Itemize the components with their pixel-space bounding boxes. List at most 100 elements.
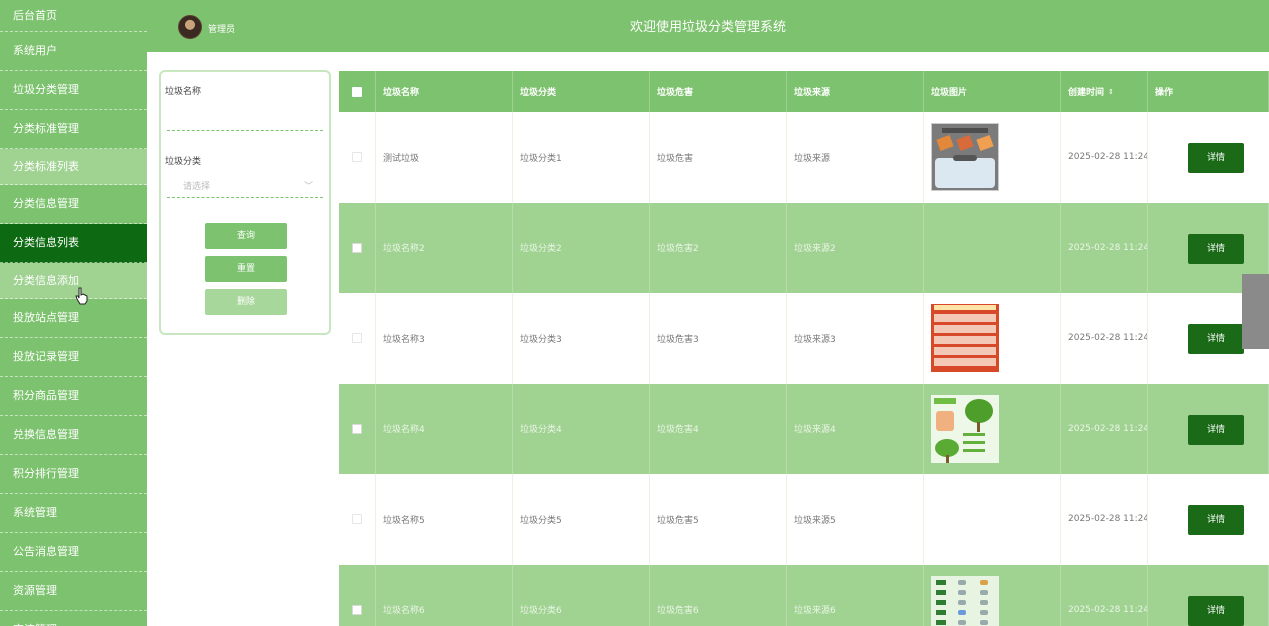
header-category: 垃圾分类 [513, 71, 650, 112]
header-created-time[interactable]: 创建时间 ⇕ [1061, 71, 1148, 112]
detail-button[interactable]: 详情 [1188, 324, 1244, 354]
table-row: 垃圾名称3 垃圾分类3 垃圾危害3 垃圾来源3 2025-02-28 11:24… [339, 293, 1269, 384]
sidebar-item-home[interactable]: 后台首页 [0, 0, 147, 32]
table-row: 垃圾名称4 垃圾分类4 垃圾危害4 垃圾来源4 2025-02-28 11:24… [339, 383, 1269, 474]
table-row: 测试垃圾 垃圾分类1 垃圾危害 垃圾来源 2025-02-28 11:24: 详… [339, 112, 1269, 203]
cell-category: 垃圾分类5 [513, 474, 650, 565]
detail-button[interactable]: 详情 [1188, 505, 1244, 535]
sidebar-item-info-list[interactable]: 分类信息列表 [0, 224, 147, 263]
garbage-image[interactable] [931, 394, 999, 463]
row-checkbox[interactable] [352, 514, 362, 525]
category-placeholder: 请选择 [183, 182, 211, 192]
header-image: 垃圾图片 [924, 71, 1061, 112]
sidebar-item-standard-manage[interactable]: 分类标准管理 [0, 110, 147, 149]
cell-actions: 详情 [1148, 112, 1269, 203]
detail-button[interactable]: 详情 [1188, 233, 1244, 264]
row-checkbox-cell [339, 293, 376, 384]
garbage-image[interactable] [931, 575, 999, 626]
cell-created-time: 2025-02-28 11:24: [1061, 474, 1148, 565]
reset-button[interactable]: 重置 [205, 256, 287, 282]
row-checkbox[interactable] [352, 242, 362, 253]
cell-actions: 详情 [1148, 564, 1269, 626]
row-checkbox-cell [339, 202, 376, 293]
cell-source: 垃圾来源6 [787, 564, 924, 626]
sidebar-item-resource-manage[interactable]: 资源管理 [0, 572, 147, 611]
header-created-time-label: 创建时间 [1068, 88, 1105, 98]
cell-harm: 垃圾危害5 [650, 474, 787, 565]
row-checkbox-cell [339, 564, 376, 626]
cell-created-time: 2025-02-28 11:24: [1061, 564, 1148, 626]
cell-image [924, 112, 1061, 203]
sidebar-item-system-manage[interactable]: 系统管理 [0, 494, 147, 533]
garbage-image[interactable] [931, 304, 999, 373]
garbage-category-label: 垃圾分类 [165, 157, 202, 167]
row-checkbox-cell [339, 112, 376, 203]
cell-image [924, 293, 1061, 384]
cell-image [924, 383, 1061, 474]
cell-image [924, 564, 1061, 626]
cell-created-time: 2025-02-28 11:24: [1061, 383, 1148, 474]
cell-harm: 垃圾危害6 [650, 564, 787, 626]
sidebar-item-exchange-forum[interactable]: 交流管理 [0, 611, 147, 626]
table-header: 垃圾名称 垃圾分类 垃圾危害 垃圾来源 垃圾图片 创建时间 ⇕ 操作 [339, 71, 1269, 112]
sidebar-item-station-manage[interactable]: 投放站点管理 [0, 299, 147, 338]
cell-actions: 详情 [1148, 383, 1269, 474]
top-header: 管理员 欢迎使用垃圾分类管理系统 [147, 0, 1269, 52]
cell-harm: 垃圾危害 [650, 112, 787, 203]
row-checkbox-cell [339, 383, 376, 474]
cell-name: 垃圾名称6 [376, 564, 513, 626]
row-checkbox[interactable] [352, 604, 362, 615]
chevron-down-icon: ﹀ [303, 182, 313, 192]
cell-name: 垃圾名称3 [376, 293, 513, 384]
table-row: 垃圾名称5 垃圾分类5 垃圾危害5 垃圾来源5 2025-02-28 11:24… [339, 474, 1269, 565]
sidebar-item-standard-list[interactable]: 分类标准列表 [0, 149, 147, 185]
detail-button[interactable]: 详情 [1188, 595, 1244, 626]
select-all-checkbox[interactable] [352, 86, 362, 97]
sidebar-item-record-manage[interactable]: 投放记录管理 [0, 338, 147, 377]
sidebar-item-system-users[interactable]: 系统用户 [0, 32, 147, 71]
cell-created-time: 2025-02-28 11:24: [1061, 202, 1148, 293]
detail-button[interactable]: 详情 [1188, 143, 1244, 173]
sidebar-item-points-goods[interactable]: 积分商品管理 [0, 377, 147, 416]
header-name: 垃圾名称 [376, 71, 513, 112]
vertical-scrollbar[interactable] [1242, 274, 1269, 349]
cell-harm: 垃圾危害3 [650, 293, 787, 384]
row-checkbox[interactable] [352, 423, 362, 434]
cell-actions: 详情 [1148, 474, 1269, 565]
sidebar-item-info-manage[interactable]: 分类信息管理 [0, 185, 147, 224]
sidebar-item-points-ranking[interactable]: 积分排行管理 [0, 455, 147, 494]
row-checkbox-cell [339, 474, 376, 565]
cell-name: 垃圾名称5 [376, 474, 513, 565]
cell-source: 垃圾来源 [787, 112, 924, 203]
cell-category: 垃圾分类1 [513, 112, 650, 203]
cell-harm: 垃圾危害4 [650, 383, 787, 474]
garbage-name-input[interactable] [167, 109, 323, 131]
cell-source: 垃圾来源5 [787, 474, 924, 565]
filter-panel: 垃圾名称 垃圾分类 请选择 ﹀ 查询 重置 删除 [159, 70, 331, 335]
sidebar-item-exchange-manage[interactable]: 兑换信息管理 [0, 416, 147, 455]
cell-harm: 垃圾危害2 [650, 202, 787, 293]
header-actions: 操作 [1148, 71, 1269, 112]
garbage-category-select[interactable]: 请选择 ﹀ [167, 176, 323, 198]
cell-category: 垃圾分类4 [513, 383, 650, 474]
delete-button[interactable]: 删除 [205, 289, 287, 315]
header-harm: 垃圾危害 [650, 71, 787, 112]
cell-source: 垃圾来源4 [787, 383, 924, 474]
row-checkbox[interactable] [352, 333, 362, 344]
cell-image [924, 202, 1061, 293]
garbage-image[interactable] [931, 123, 999, 192]
sidebar: 后台首页 系统用户 垃圾分类管理 分类标准管理 分类标准列表 分类信息管理 分类… [0, 0, 147, 626]
sidebar-item-notice-manage[interactable]: 公告消息管理 [0, 533, 147, 572]
detail-button[interactable]: 详情 [1188, 414, 1244, 445]
row-checkbox[interactable] [352, 152, 362, 163]
cell-category: 垃圾分类6 [513, 564, 650, 626]
sidebar-item-garbage-category[interactable]: 垃圾分类管理 [0, 71, 147, 110]
sidebar-item-info-add[interactable]: 分类信息添加 [0, 263, 147, 299]
garbage-table: 垃圾名称 垃圾分类 垃圾危害 垃圾来源 垃圾图片 创建时间 ⇕ 操作 测试垃圾 垃… [339, 71, 1269, 626]
page-title: 欢迎使用垃圾分类管理系统 [629, 20, 786, 35]
table-row: 垃圾名称6 垃圾分类6 垃圾危害6 垃圾来源6 2025-02-28 11:24… [339, 564, 1269, 626]
query-button[interactable]: 查询 [205, 223, 287, 249]
cell-category: 垃圾分类3 [513, 293, 650, 384]
sort-icon[interactable]: ⇕ [1108, 88, 1114, 96]
cell-source: 垃圾来源2 [787, 202, 924, 293]
